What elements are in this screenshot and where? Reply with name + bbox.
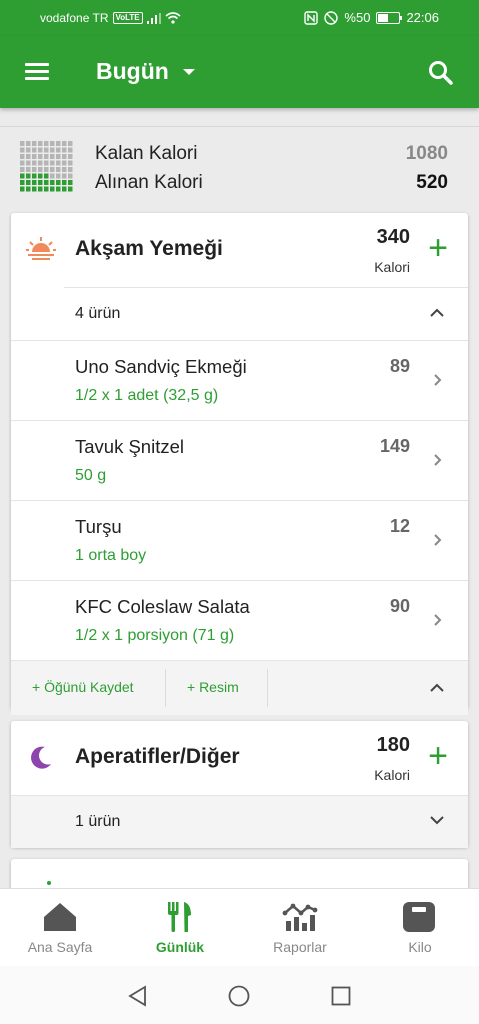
meal-title: Akşam Yemeği (75, 237, 223, 260)
chevron-right-icon (434, 454, 442, 466)
item-count-label: 1 ürün (75, 813, 121, 830)
meal-calories: 340 (376, 226, 410, 248)
system-navigation-bar (0, 966, 479, 1024)
food-portion: 50 g (75, 467, 107, 484)
item-count-row[interactable]: 4 ürün (64, 287, 468, 340)
meal-header: Aperatifler/Diğer 180 Kalori + (11, 721, 468, 795)
item-count-label: 4 ürün (75, 305, 121, 322)
add-photo-button[interactable]: + Resim (187, 679, 239, 695)
remaining-calories-value: 1080 (405, 143, 448, 164)
meal-header: Akşam Yemeği 340 Kalori + (11, 213, 468, 287)
recents-icon[interactable] (331, 986, 351, 1006)
food-item[interactable]: Turşu 1 orta boy 12 (11, 500, 468, 580)
food-calories: 90 (389, 596, 410, 616)
calorie-summary[interactable]: Kalan Kalori 1080 Alınan Kalori 520 (0, 126, 479, 199)
menu-icon[interactable] (25, 63, 49, 81)
signal-icon (146, 12, 161, 24)
back-icon[interactable] (127, 985, 147, 1007)
meal-card-snacks: Aperatifler/Diğer 180 Kalori + 1 ürün (11, 721, 468, 848)
utensils-icon (168, 902, 191, 932)
meal-calories-unit: Kalori (374, 767, 410, 783)
nav-label: Kilo (408, 939, 432, 955)
meal-calories-unit: Kalori (374, 259, 410, 275)
food-calories: 89 (389, 356, 410, 376)
nav-label: Ana Sayfa (27, 939, 93, 955)
chevron-down-icon[interactable] (430, 816, 444, 825)
nav-reports[interactable]: Raporlar (240, 889, 360, 967)
food-calories: 149 (379, 436, 410, 456)
item-count-row[interactable]: 1 ürün (11, 795, 468, 848)
nav-label: Raporlar (273, 939, 327, 955)
nav-home[interactable]: Ana Sayfa (0, 889, 120, 967)
moon-icon (31, 746, 51, 769)
battery-percent: %50 (344, 10, 371, 25)
date-selector[interactable]: Bugün (96, 58, 195, 85)
meal-actions-bar: + Öğünü Kaydet + Resim (11, 660, 468, 715)
chevron-right-icon (434, 534, 442, 546)
scale-icon (403, 902, 435, 932)
meal-card-dinner: Akşam Yemeği 340 Kalori + 4 ürün Uno San… (11, 213, 468, 715)
meal-title: Aperatifler/Diğer (75, 745, 240, 768)
food-portion: 1/2 x 1 adet (32,5 g) (75, 387, 219, 404)
wifi-icon (165, 12, 181, 24)
meal-icon-partial (47, 881, 51, 885)
remaining-calories-label: Kalan Kalori (95, 143, 198, 164)
food-name: Uno Sandviç Ekmeği (75, 356, 247, 377)
food-name: KFC Coleslaw Salata (75, 596, 250, 617)
chart-icon (282, 903, 318, 931)
battery-icon (376, 11, 403, 24)
divider (165, 669, 166, 707)
home-icon (44, 903, 76, 931)
add-food-button[interactable]: + (428, 739, 448, 773)
vibrate-icon (324, 10, 339, 25)
carrier-name: vodafone TR (40, 11, 109, 25)
divider (267, 669, 268, 707)
save-meal-button[interactable]: + Öğünü Kaydet (32, 679, 134, 695)
volte-badge: VoLTE (112, 12, 143, 24)
food-portion: 1 orta boy (75, 547, 147, 564)
chevron-right-icon (434, 614, 442, 626)
chevron-right-icon (434, 374, 442, 386)
status-bar: vodafone TR VoLTE %50 22:06 (0, 0, 479, 36)
chevron-up-icon[interactable] (430, 683, 444, 692)
food-calories: 12 (389, 516, 410, 536)
clock: 22:06 (406, 10, 439, 25)
nav-weight[interactable]: Kilo (360, 889, 479, 967)
search-icon[interactable] (428, 60, 454, 86)
bottom-navigation: Ana Sayfa Günlük Raporlar Kilo (0, 888, 479, 967)
calorie-grid-icon (20, 141, 73, 192)
nfc-icon (304, 10, 319, 25)
caret-down-icon (182, 68, 195, 75)
taken-calories-value: 520 (416, 172, 448, 193)
add-food-button[interactable]: + (428, 231, 448, 265)
home-circle-icon[interactable] (228, 985, 250, 1007)
food-portion: 1/2 x 1 porsiyon (71 g) (75, 627, 235, 644)
food-name: Turşu (75, 516, 122, 537)
sunset-icon (26, 237, 56, 260)
nav-diary[interactable]: Günlük (120, 889, 240, 967)
meal-calories: 180 (376, 734, 410, 756)
food-name: Tavuk Şnitzel (75, 436, 184, 457)
nav-label: Günlük (155, 939, 205, 955)
food-item[interactable]: Tavuk Şnitzel 50 g 149 (11, 420, 468, 500)
page-title: Bugün (96, 58, 169, 84)
taken-calories-label: Alınan Kalori (95, 172, 203, 193)
chevron-up-icon[interactable] (430, 308, 444, 317)
app-bar: Bugün (0, 36, 479, 108)
food-item[interactable]: KFC Coleslaw Salata 1/2 x 1 porsiyon (71… (11, 580, 468, 660)
food-item[interactable]: Uno Sandviç Ekmeği 1/2 x 1 adet (32,5 g)… (11, 340, 468, 420)
